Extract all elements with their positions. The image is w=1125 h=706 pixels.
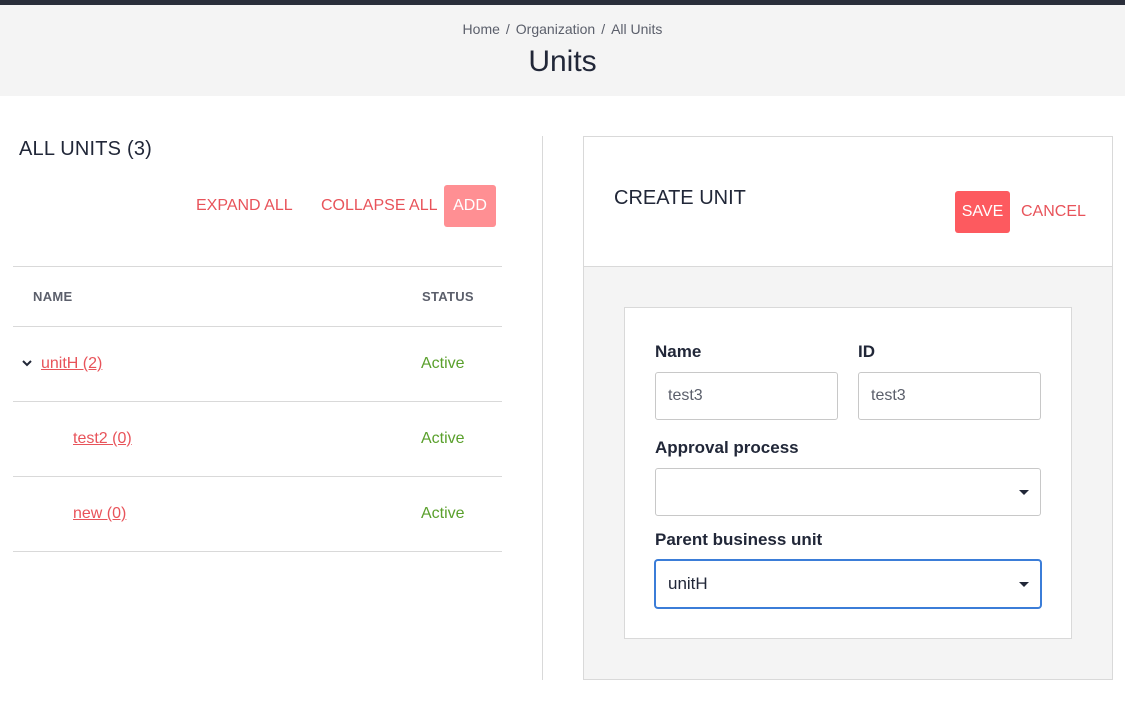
parent-business-unit-label: Parent business unit <box>655 530 823 549</box>
create-unit-form: Name ID Approval process Parent business… <box>624 307 1072 639</box>
cancel-button[interactable]: CANCEL <box>1021 203 1086 221</box>
parent-business-unit-select[interactable]: unitH <box>655 560 1041 608</box>
caret-down-icon <box>1019 490 1029 495</box>
caret-down-icon <box>1019 582 1029 587</box>
table-row: unitH (2) Active <box>13 327 502 402</box>
page-header: Home / Organization / All Units Units <box>0 5 1125 96</box>
breadcrumb: Home / Organization / All Units <box>0 21 1125 37</box>
approval-process-label: Approval process <box>655 438 799 457</box>
panel-divider <box>542 136 543 680</box>
column-header-name[interactable]: NAME <box>33 289 72 304</box>
units-list-panel: ALL UNITS (3) EXPAND ALL COLLAPSE ALL AD… <box>0 96 543 706</box>
breadcrumb-separator: / <box>601 21 606 37</box>
id-field[interactable] <box>858 372 1041 420</box>
units-table: NAME STATUS unitH (2) Active test2 (0) A… <box>13 266 502 552</box>
status-text: Active <box>421 355 465 372</box>
name-label: Name <box>655 342 702 361</box>
units-heading: ALL UNITS (3) <box>19 138 153 160</box>
page-title: Units <box>528 45 597 78</box>
breadcrumb-separator: / <box>505 21 510 37</box>
chevron-down-icon[interactable] <box>21 357 33 369</box>
table-row: test2 (0) Active <box>13 402 502 477</box>
approval-process-select[interactable] <box>655 468 1041 516</box>
table-row: new (0) Active <box>13 477 502 552</box>
unit-link[interactable]: unitH (2) <box>41 355 102 373</box>
id-label: ID <box>858 342 875 361</box>
parent-business-unit-value: unitH <box>668 574 708 593</box>
status-text: Active <box>421 505 465 522</box>
save-button[interactable]: SAVE <box>955 191 1010 233</box>
unit-link[interactable]: new (0) <box>73 505 126 523</box>
create-unit-title: CREATE UNIT <box>614 187 746 209</box>
collapse-all-button[interactable]: COLLAPSE ALL <box>321 197 438 215</box>
column-header-status[interactable]: STATUS <box>422 289 474 304</box>
status-text: Active <box>421 430 465 447</box>
breadcrumb-organization[interactable]: Organization <box>516 21 595 37</box>
table-header: NAME STATUS <box>13 267 502 327</box>
add-button[interactable]: ADD <box>444 185 496 227</box>
unit-link[interactable]: test2 (0) <box>73 430 132 448</box>
expand-all-button[interactable]: EXPAND ALL <box>196 197 293 215</box>
name-field[interactable] <box>655 372 838 420</box>
breadcrumb-all-units[interactable]: All Units <box>611 21 662 37</box>
breadcrumb-home[interactable]: Home <box>463 21 500 37</box>
create-unit-panel: CREATE UNIT SAVE CANCEL Name ID Approval… <box>583 136 1113 680</box>
create-unit-header: CREATE UNIT SAVE CANCEL <box>584 137 1112 267</box>
